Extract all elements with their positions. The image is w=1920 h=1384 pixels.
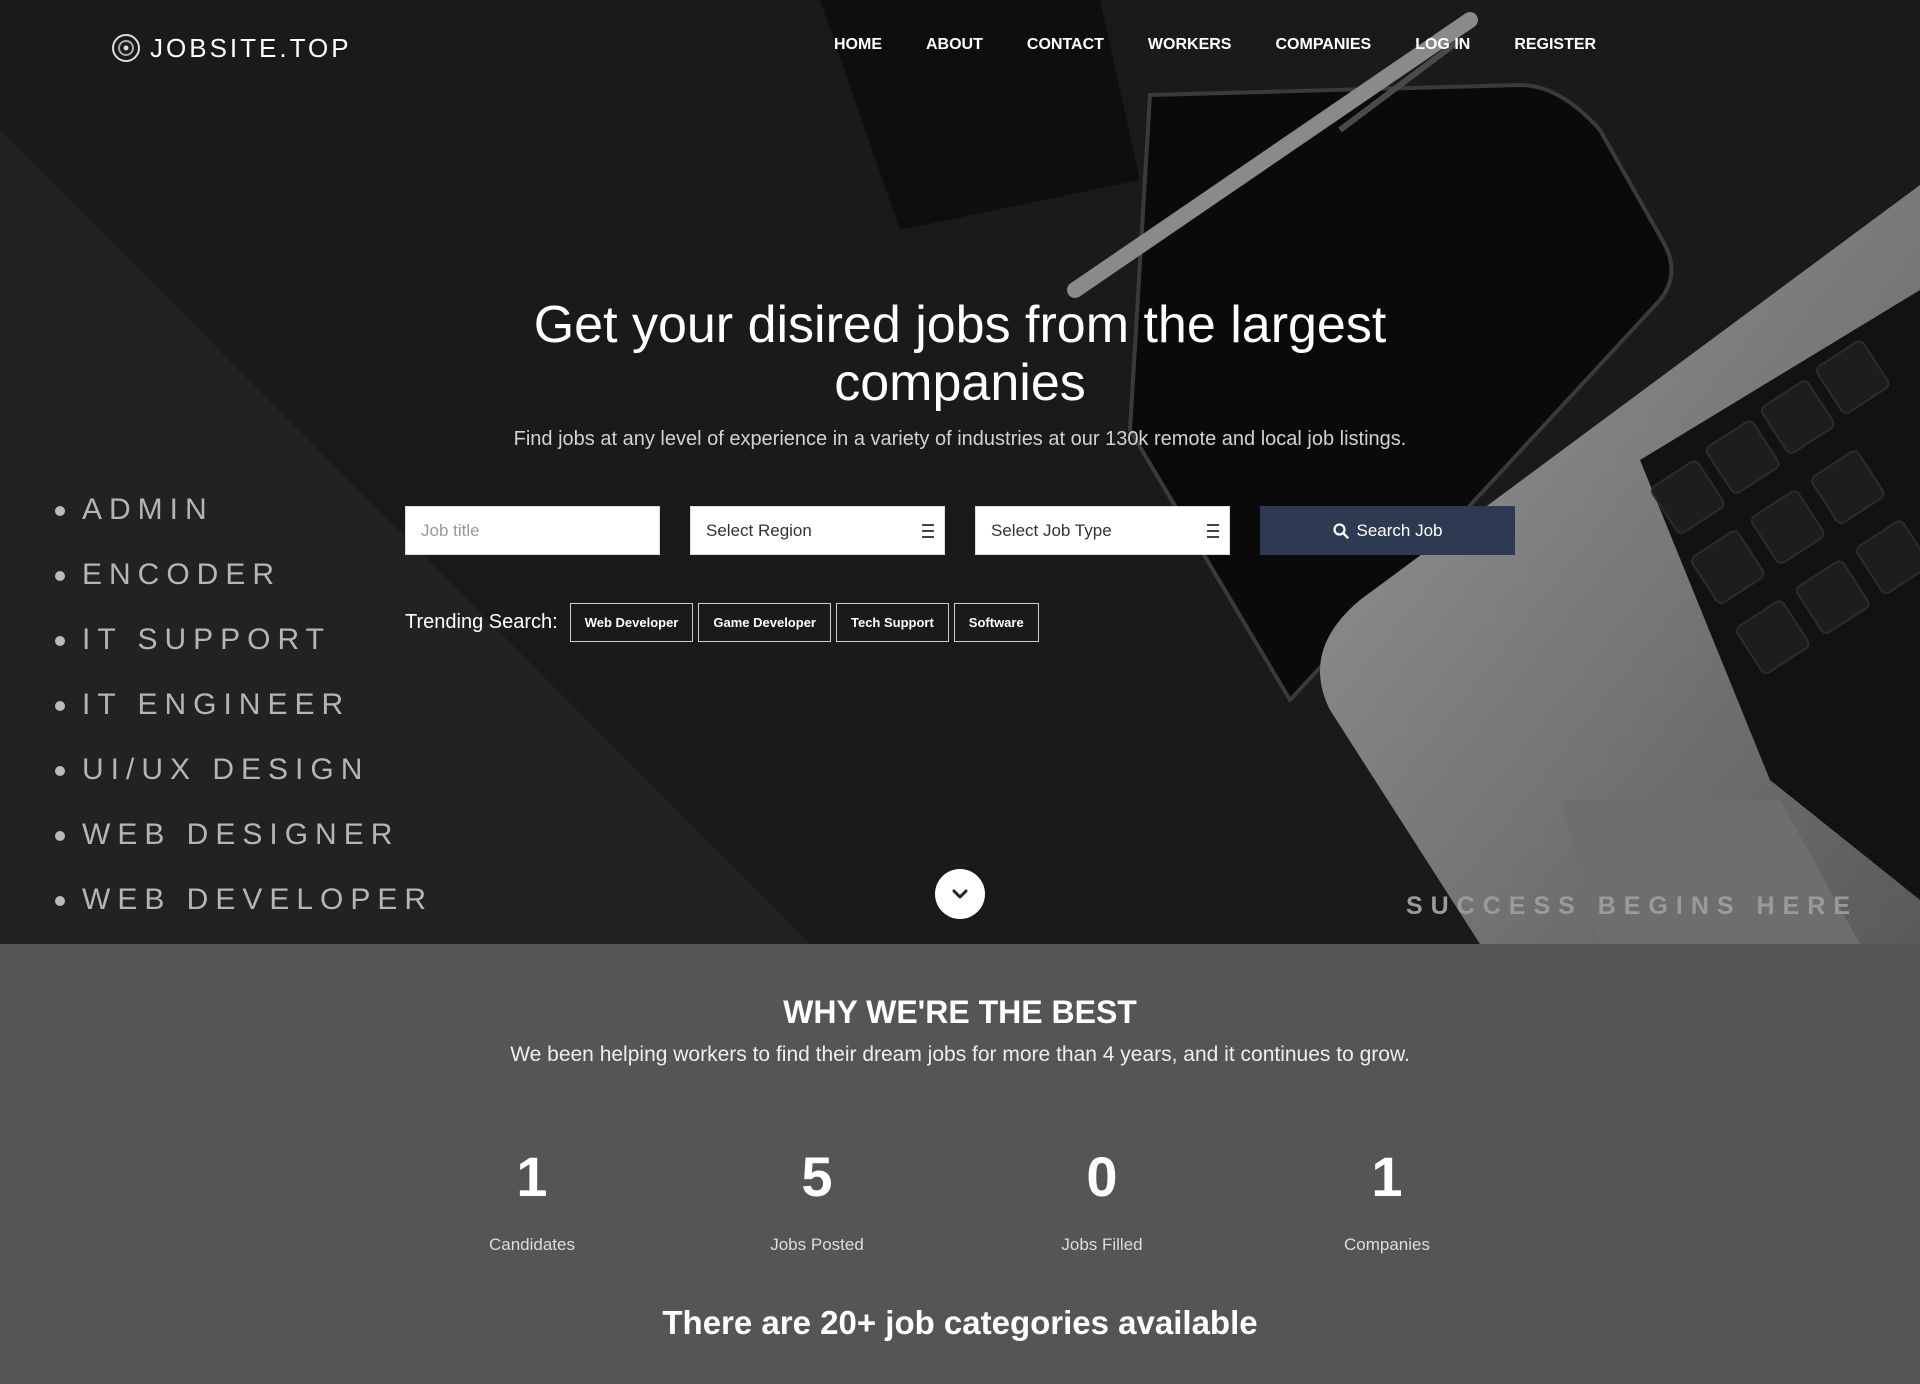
stat-value: 0 xyxy=(1086,1145,1118,1208)
nav-companies[interactable]: COMPANIES xyxy=(1275,36,1371,54)
chevron-down-icon xyxy=(952,889,968,899)
list-item-label: UI/UX DESIGN xyxy=(82,753,370,786)
list-item: ADMIN xyxy=(55,493,433,558)
list-icon xyxy=(1207,524,1219,538)
bullet-icon xyxy=(55,896,65,906)
bullet-icon xyxy=(55,831,65,841)
bullet-icon xyxy=(55,766,65,776)
hero-tagline: SUCCESS BEGINS HERE xyxy=(1405,892,1858,920)
list-item-label: WEB DEVELOPER xyxy=(82,883,434,916)
list-item-label: IT SUPPORT xyxy=(82,623,331,656)
job-category-list: ADMIN ENCODER IT SUPPORT IT ENGINEER UI/… xyxy=(55,493,433,944)
nav-login[interactable]: LOG IN xyxy=(1415,36,1470,54)
job-type-select-value: Select Job Type xyxy=(991,520,1112,540)
stat-value: 1 xyxy=(1371,1145,1403,1208)
stat-value: 5 xyxy=(801,1145,833,1208)
stat-label: Jobs Filled xyxy=(1061,1235,1143,1254)
list-item-label: ADMIN xyxy=(82,493,214,526)
stat-candidates: 1 Candidates xyxy=(402,1144,662,1255)
hero-section: JOBSITE.TOP HOME ABOUT CONTACT WORKERS C… xyxy=(0,0,1920,944)
list-item: UI/UX DESIGN xyxy=(55,753,433,818)
bullet-icon xyxy=(55,636,65,646)
job-type-select[interactable]: Select Job Type xyxy=(975,506,1230,555)
list-icon xyxy=(922,524,934,538)
trending-label: Trending Search: xyxy=(405,611,558,633)
job-title-input[interactable] xyxy=(421,520,644,541)
stat-jobs-filled: 0 Jobs Filled xyxy=(972,1144,1232,1255)
categories-heading: There are 20+ job categories available xyxy=(662,1304,1258,1341)
globe-icon xyxy=(112,34,140,62)
site-logo[interactable]: JOBSITE.TOP xyxy=(110,32,352,64)
bullet-icon xyxy=(55,571,65,581)
nav-workers[interactable]: WORKERS xyxy=(1148,36,1232,54)
main-menu: HOME ABOUT CONTACT WORKERS COMPANIES LOG… xyxy=(834,36,1640,54)
list-item: WEB DESIGNER xyxy=(55,818,433,883)
section-title: WHY WE'RE THE BEST xyxy=(783,994,1137,1030)
job-title-field xyxy=(405,506,660,555)
search-job-button[interactable]: Search Job xyxy=(1260,506,1515,555)
stat-companies: 1 Companies xyxy=(1257,1144,1517,1255)
list-item: IT SUPPORT xyxy=(55,623,433,688)
list-item-label: WEB DESIGNER xyxy=(82,818,400,851)
list-item-label: IT ENGINEER xyxy=(82,688,351,721)
why-best-section: WHY WE'RE THE BEST We been helping worke… xyxy=(0,944,1920,1384)
trending-tag-tech-support[interactable]: Tech Support xyxy=(835,603,949,642)
list-item: WEB DEVELOPER xyxy=(55,883,433,944)
nav-about[interactable]: ABOUT xyxy=(926,36,983,54)
list-item: ENCODER xyxy=(55,558,433,623)
job-search-form: Select Region Select Job Type Search Job xyxy=(405,506,1515,555)
region-select-value: Select Region xyxy=(706,520,812,540)
nav-home[interactable]: HOME xyxy=(834,36,882,54)
search-icon xyxy=(1332,522,1349,539)
trending-search: Trending Search: Web Developer Game Deve… xyxy=(405,603,1044,642)
hero-headline: Get your disired jobs from the largest c… xyxy=(533,296,1387,412)
top-navigation: JOBSITE.TOP HOME ABOUT CONTACT WORKERS C… xyxy=(0,0,1920,95)
section-subtitle: We been helping workers to find their dr… xyxy=(510,1043,1410,1066)
trending-tag-software[interactable]: Software xyxy=(953,603,1039,642)
stat-label: Jobs Posted xyxy=(770,1235,864,1254)
stat-jobs-posted: 5 Jobs Posted xyxy=(687,1144,947,1255)
nav-register[interactable]: REGISTER xyxy=(1514,36,1596,54)
scroll-down-button[interactable] xyxy=(935,869,985,919)
nav-contact[interactable]: CONTACT xyxy=(1027,36,1104,54)
list-item-label: ENCODER xyxy=(82,558,282,591)
stat-value: 1 xyxy=(516,1145,548,1208)
stat-label: Companies xyxy=(1344,1235,1430,1254)
stat-label: Candidates xyxy=(488,1235,575,1254)
search-button-label: Search Job xyxy=(1356,520,1443,540)
hero-subheadline: Find jobs at any level of experience in … xyxy=(513,428,1407,450)
bullet-icon xyxy=(55,701,65,711)
list-item: IT ENGINEER xyxy=(55,688,433,753)
trending-tag-web-developer[interactable]: Web Developer xyxy=(569,603,694,642)
logo-text: JOBSITE.TOP xyxy=(150,32,352,63)
bullet-icon xyxy=(55,506,65,516)
region-select[interactable]: Select Region xyxy=(690,506,945,555)
trending-tag-game-developer[interactable]: Game Developer xyxy=(698,603,831,642)
